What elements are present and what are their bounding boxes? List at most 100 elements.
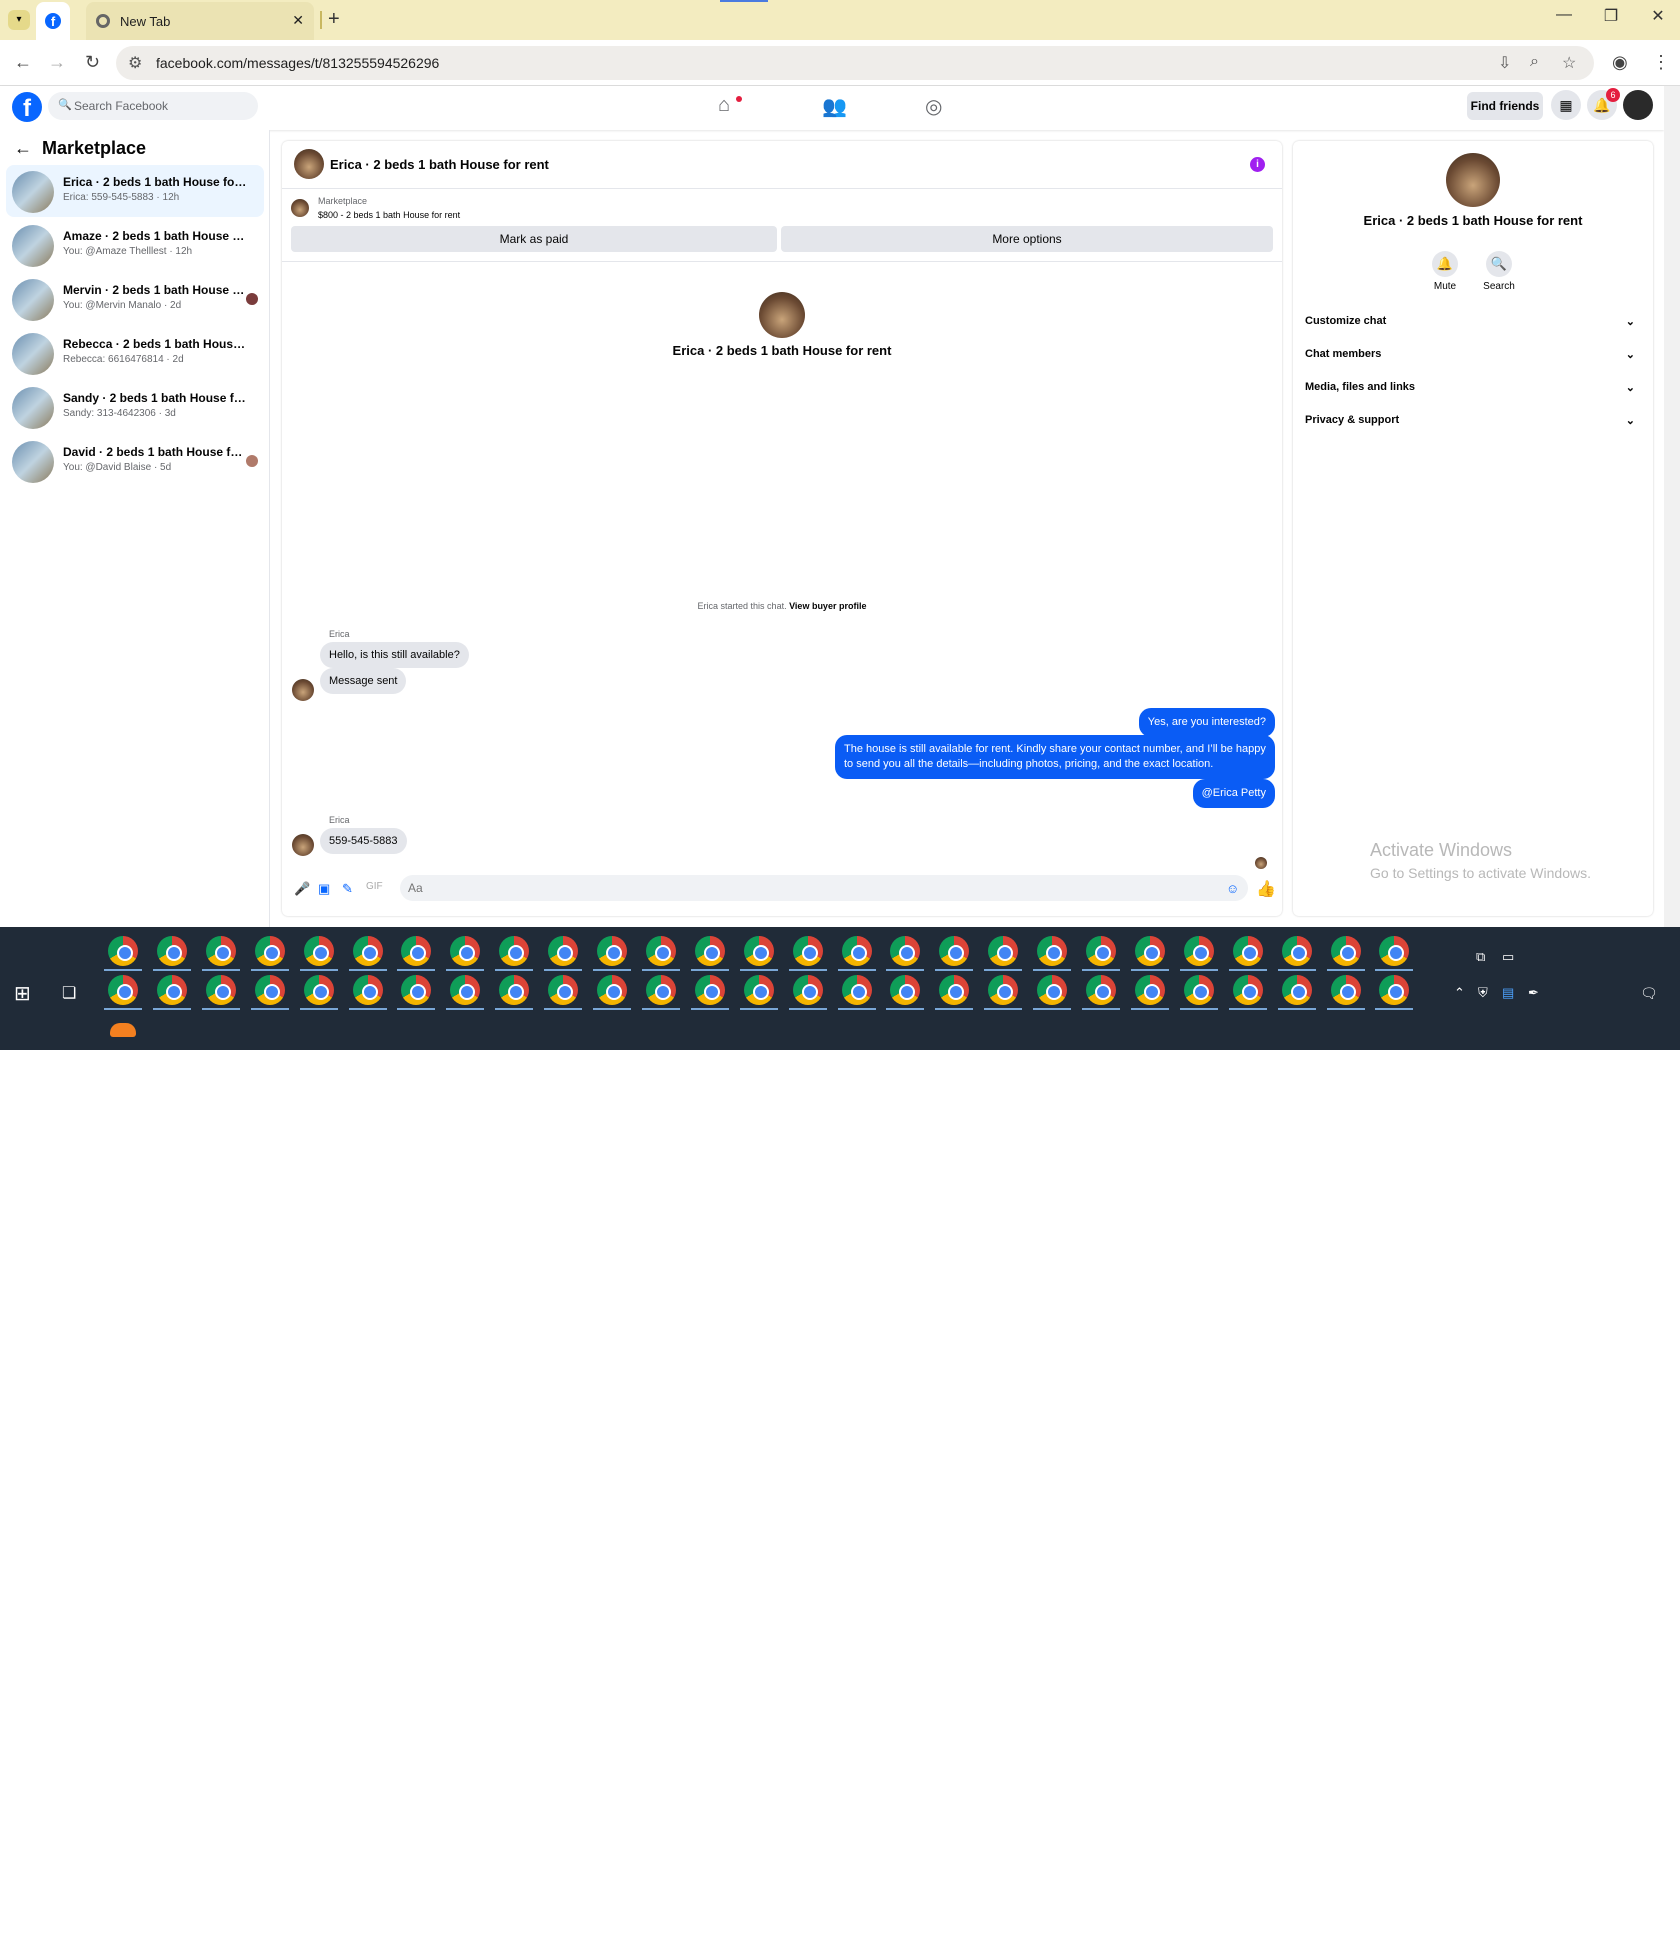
forward-icon[interactable]: → xyxy=(48,52,66,73)
view-buyer-profile-link[interactable]: View buyer profile xyxy=(789,601,866,611)
profile-icon[interactable]: ◉ xyxy=(1612,52,1628,73)
chrome-taskbar-icon[interactable] xyxy=(352,975,383,1005)
gif-icon[interactable]: GIF xyxy=(366,881,383,892)
account-avatar[interactable] xyxy=(1623,90,1653,120)
chrome-taskbar-icon[interactable] xyxy=(254,936,285,966)
home-icon[interactable]: ⌂ xyxy=(718,94,730,117)
chrome-taskbar-icon[interactable] xyxy=(1037,936,1068,966)
chrome-taskbar-icon[interactable] xyxy=(303,936,334,966)
security-shield-icon[interactable]: ⛨ xyxy=(1478,985,1488,1001)
chrome-taskbar-icon[interactable] xyxy=(890,975,921,1005)
notification-center-icon[interactable]: 🗨 xyxy=(1640,985,1658,1002)
chrome-taskbar-icon[interactable] xyxy=(1086,936,1116,966)
chrome-taskbar-icon[interactable] xyxy=(156,936,187,966)
system-clock[interactable]: 7:31 AM Wednesday 10/1/2025 xyxy=(1550,1882,1630,1948)
chrome-taskbar-icon[interactable] xyxy=(450,975,481,1005)
reload-icon[interactable]: ↻ xyxy=(85,52,100,73)
chrome-taskbar-icon[interactable] xyxy=(645,975,676,1005)
sticker-icon[interactable]: ✎ xyxy=(342,881,353,897)
center-avatar[interactable] xyxy=(759,292,805,338)
chrome-taskbar-icon[interactable] xyxy=(1330,975,1361,1005)
details-avatar[interactable] xyxy=(1446,153,1500,207)
browser-menu-icon[interactable]: ⋮ xyxy=(1652,52,1670,73)
incoming-message[interactable]: Hello, is this still available? xyxy=(320,642,469,668)
chrome-taskbar-icon[interactable] xyxy=(939,975,970,1005)
chat-title[interactable]: Erica · 2 beds 1 bath House for rent xyxy=(330,157,549,172)
chrome-taskbar-icon[interactable] xyxy=(1183,975,1214,1005)
install-app-icon[interactable]: ⇩ xyxy=(1498,53,1511,73)
mark-as-paid-button[interactable]: Mark as paid xyxy=(291,226,777,252)
chrome-taskbar-icon[interactable] xyxy=(548,936,579,966)
chrome-taskbar-icon[interactable] xyxy=(792,936,823,966)
photo-icon[interactable]: ▣ xyxy=(318,881,330,897)
bookmark-star-icon[interactable]: ☆ xyxy=(1562,53,1576,73)
site-info-icon[interactable]: ⚙ xyxy=(128,53,142,73)
emoji-icon[interactable]: ☺ xyxy=(1226,881,1239,896)
chrome-taskbar-icon[interactable] xyxy=(841,936,872,966)
menu-grid-icon[interactable]: ▦ xyxy=(1551,90,1581,120)
chrome-taskbar-icon[interactable] xyxy=(939,936,970,966)
conversation-item[interactable]: Amaze · 2 beds 1 bath House for r... You… xyxy=(6,219,264,271)
outgoing-message[interactable]: @Erica Petty xyxy=(1192,779,1275,808)
chrome-taskbar-icon[interactable] xyxy=(548,975,579,1005)
page-scrollbar[interactable] xyxy=(1664,86,1680,927)
chrome-taskbar-icon[interactable] xyxy=(254,975,285,1005)
omnibox[interactable]: ⚙ facebook.com/messages/t/81325559452629… xyxy=(116,46,1594,80)
chrome-taskbar-icon[interactable] xyxy=(1134,936,1165,966)
chrome-taskbar-icon[interactable] xyxy=(1379,975,1410,1005)
chrome-taskbar-icon[interactable] xyxy=(743,936,774,966)
conversation-item[interactable]: Erica · 2 beds 1 bath House for rent Eri… xyxy=(6,165,264,217)
sender-avatar[interactable] xyxy=(292,679,314,701)
privacy-support-section[interactable]: Privacy & support ⌄ xyxy=(1305,414,1641,442)
chrome-taskbar-icon[interactable] xyxy=(1134,975,1165,1005)
conversation-item[interactable]: Rebecca · 2 beds 1 bath House for ... Re… xyxy=(6,327,264,379)
search-icon[interactable]: 🔍 xyxy=(1486,251,1512,277)
chrome-taskbar-icon[interactable] xyxy=(1037,975,1068,1005)
new-tab-button[interactable]: + xyxy=(328,8,340,31)
back-arrow-icon[interactable]: ← xyxy=(14,138,32,159)
minimize-button[interactable]: — xyxy=(1550,6,1578,24)
tab-search-icon[interactable]: ▾ xyxy=(8,10,30,30)
meet-now-icon[interactable]: ⧉ xyxy=(1476,949,1485,965)
chrome-taskbar-icon[interactable] xyxy=(205,975,236,1005)
chrome-taskbar-icon[interactable] xyxy=(597,936,627,966)
sender-avatar[interactable] xyxy=(292,834,314,856)
close-tab-icon[interactable]: ✕ xyxy=(292,12,304,29)
info-icon[interactable]: i xyxy=(1250,157,1265,172)
chrome-taskbar-icon[interactable] xyxy=(1281,936,1312,966)
chrome-taskbar-icon[interactable] xyxy=(743,975,774,1005)
back-icon[interactable]: ← xyxy=(14,52,32,73)
mute-bell-icon[interactable]: 🔔 xyxy=(1432,251,1458,277)
microphone-icon[interactable]: 🎤 xyxy=(294,881,310,897)
conversation-item[interactable]: Mervin · 2 beds 1 bath House fo... You: … xyxy=(6,273,264,325)
chrome-taskbar-icon[interactable] xyxy=(988,975,1019,1005)
chrome-taskbar-icon[interactable] xyxy=(841,975,872,1005)
chrome-taskbar-icon[interactable] xyxy=(988,936,1019,966)
chrome-taskbar-icon[interactable] xyxy=(303,975,334,1005)
network-icon[interactable]: ▤ xyxy=(1502,985,1514,1001)
task-view-icon[interactable]: ❏ xyxy=(62,983,76,1003)
find-friends-button[interactable]: Find friends xyxy=(1467,92,1543,120)
chat-avatar[interactable] xyxy=(294,149,324,179)
incoming-message[interactable]: Message sent xyxy=(320,668,407,694)
friends-icon[interactable]: 👥 xyxy=(822,94,847,119)
cloud-app-icon[interactable] xyxy=(110,1023,136,1037)
outgoing-message[interactable]: Yes, are you interested? xyxy=(1138,708,1275,737)
start-windows-icon[interactable]: ⊞ xyxy=(14,981,31,1006)
chrome-taskbar-icon[interactable] xyxy=(1086,975,1116,1005)
chrome-taskbar-icon[interactable] xyxy=(890,936,921,966)
chrome-taskbar-icon[interactable] xyxy=(1183,936,1214,966)
chrome-taskbar-icon[interactable] xyxy=(1379,936,1410,966)
zoom-icon[interactable]: ⌕ xyxy=(1530,53,1539,71)
chrome-taskbar-icon[interactable] xyxy=(401,936,432,966)
outgoing-message[interactable]: The house is still available for rent. K… xyxy=(835,735,1275,779)
media-files-links-section[interactable]: Media, files and links ⌄ xyxy=(1305,381,1641,409)
chrome-taskbar-icon[interactable] xyxy=(694,936,725,966)
listing-price[interactable]: $800 - 2 beds 1 bath House for rent xyxy=(318,210,460,220)
message-input[interactable] xyxy=(400,875,1248,901)
chrome-taskbar-icon[interactable] xyxy=(792,975,823,1005)
chat-members-section[interactable]: Chat members ⌄ xyxy=(1305,348,1641,376)
chrome-taskbar-icon[interactable] xyxy=(1232,936,1263,966)
chrome-taskbar-icon[interactable] xyxy=(597,975,627,1005)
like-thumb-icon[interactable]: 👍 xyxy=(1256,879,1276,899)
